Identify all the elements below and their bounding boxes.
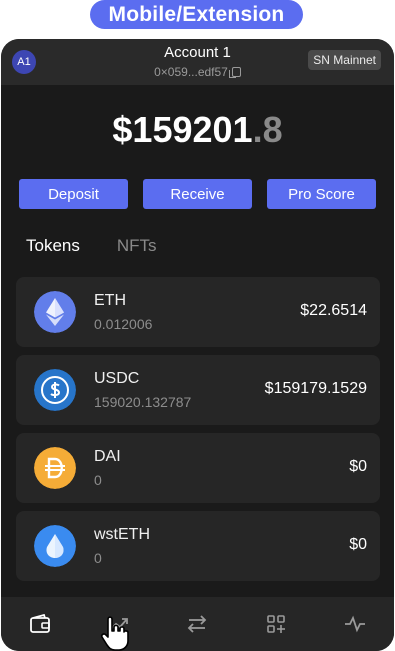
ethereum-icon [34, 291, 76, 333]
tab-tokens[interactable]: Tokens [26, 236, 80, 256]
balance-whole: $159201 [112, 109, 253, 150]
asset-tabs: Tokens NFTs [26, 236, 157, 256]
nav-activity[interactable] [335, 604, 375, 644]
token-value: $22.6514 [300, 302, 367, 319]
token-value: $0 [349, 536, 367, 553]
nav-apps[interactable] [256, 604, 296, 644]
nav-swap[interactable] [177, 604, 217, 644]
balance-decimal: .8 [252, 109, 283, 150]
token-value: $159179.1529 [264, 380, 367, 397]
token-row-eth[interactable]: ETH 0.012006 $22.6514 [16, 277, 380, 347]
token-amount: 0.012006 [94, 316, 153, 332]
token-amount: 159020.132787 [94, 394, 192, 410]
deposit-button[interactable]: Deposit [19, 179, 128, 209]
activity-icon [344, 615, 365, 633]
token-value: $0 [349, 458, 367, 475]
account-header: A1 Account 1 0×059...edf57 SN Mainnet [1, 39, 394, 85]
usdc-icon [34, 369, 76, 411]
token-row-wsteth[interactable]: wstETH 0 $0 [16, 511, 380, 581]
action-buttons: Deposit Receive Pro Score [19, 179, 376, 209]
tab-nfts[interactable]: NFTs [117, 236, 157, 256]
swap-icon [188, 615, 207, 633]
wallet-window: A1 Account 1 0×059...edf57 SN Mainnet $1… [1, 39, 394, 651]
token-row-usdc[interactable]: USDC 159020.132787 $159179.1529 [16, 355, 380, 425]
token-amount: 0 [94, 472, 102, 488]
apps-icon [267, 615, 286, 633]
token-row-dai[interactable]: DAI 0 $0 [16, 433, 380, 503]
hand-cursor-icon [100, 616, 129, 651]
screenshot-stage: Mobile/Extension A1 Account 1 0×059...ed… [0, 0, 395, 651]
platform-badge: Mobile/Extension [90, 0, 303, 29]
account-address: 0×059...edf57 [154, 65, 228, 79]
receive-button[interactable]: Receive [143, 179, 252, 209]
token-amount: 0 [94, 550, 102, 566]
token-list: ETH 0.012006 $22.6514 USDC 159020.132787… [16, 277, 380, 589]
bottom-navigation [1, 597, 394, 651]
pro-score-button[interactable]: Pro Score [267, 179, 376, 209]
dai-icon [34, 447, 76, 489]
wsteth-icon [34, 525, 76, 567]
nav-wallet[interactable] [20, 604, 60, 644]
token-symbol: DAI [94, 448, 121, 465]
token-symbol: ETH [94, 292, 126, 309]
wallet-icon [30, 614, 51, 633]
token-symbol: USDC [94, 370, 140, 387]
copy-icon[interactable] [228, 67, 241, 78]
token-symbol: wstETH [94, 526, 150, 543]
total-balance: $159201.8 [1, 109, 394, 151]
network-badge[interactable]: SN Mainnet [308, 50, 381, 70]
